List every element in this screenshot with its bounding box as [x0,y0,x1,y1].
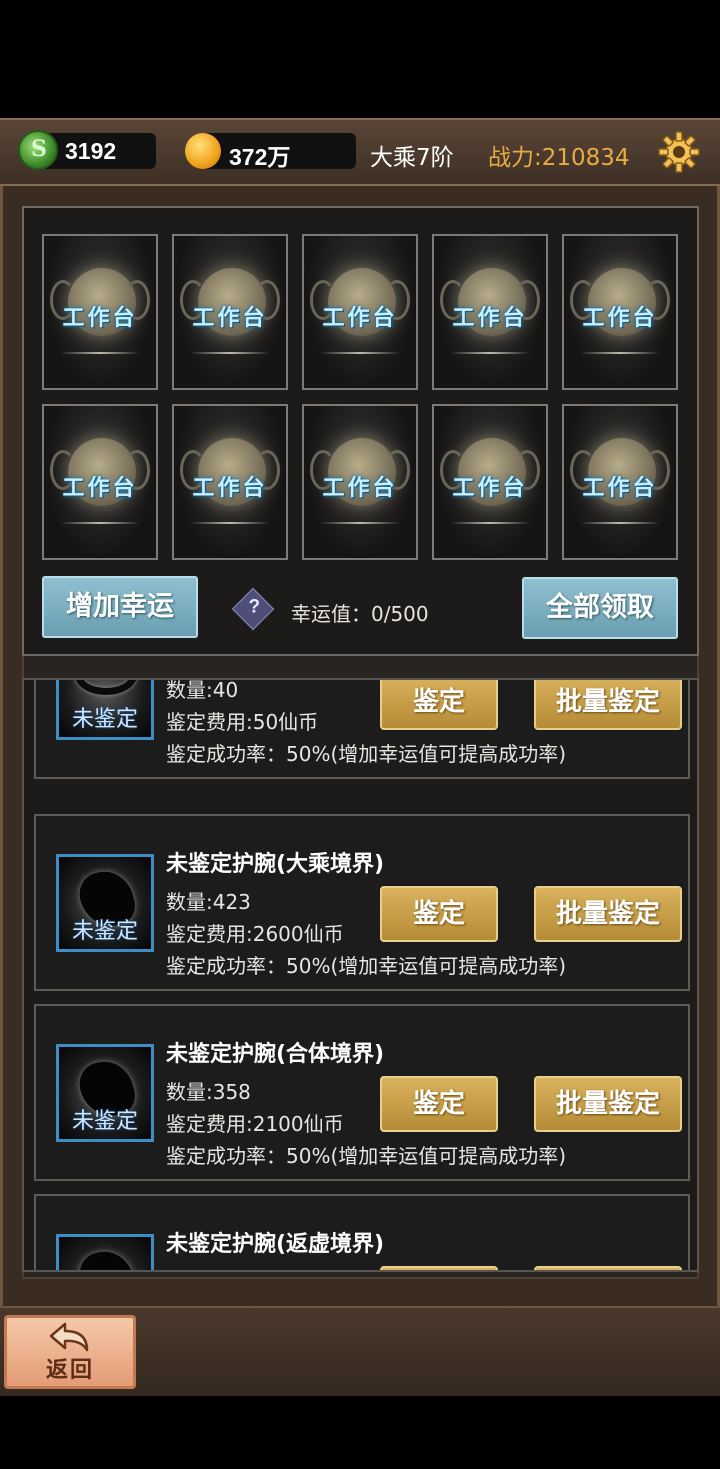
identify-button[interactable]: 鉴定 [380,886,498,942]
divider [320,522,400,524]
workbench-label: 工作台 [192,305,268,331]
divider [580,352,660,354]
divider [450,352,530,354]
item-card: 未鉴定 数量:40 鉴定费用:50仙币鉴定成功率：50%(增加幸运值可提高成功率) 鉴… [34,678,690,779]
workbench-slot[interactable]: 工作台 [42,404,158,560]
item-thumbnail[interactable]: 未鉴定 [56,854,154,952]
workbench-label: 工作台 [322,475,398,501]
item-title: 未鉴定护腕(大乘境界) [166,852,385,877]
unidentified-tag: 未鉴定 [71,919,138,944]
batch-identify-button[interactable]: 批量鉴定 [534,1076,682,1132]
item-title: 未鉴定护腕(返虚境界) [166,1232,385,1257]
bracer-icon [74,1245,140,1270]
batch-identify-button[interactable]: 批量鉴定 [534,886,682,942]
identify-button[interactable] [380,1266,498,1270]
item-fee: 鉴定费用:50仙币 [166,710,319,734]
divider [60,522,140,524]
item-card: 未鉴定未鉴定护腕(返虚境界) [34,1194,690,1270]
back-button[interactable]: 返回 [4,1315,136,1389]
item-title: 未鉴定护腕(合体境界) [166,1042,385,1067]
workbench-label: 工作台 [62,475,138,501]
workbench-label: 工作台 [452,475,528,501]
jade-icon [18,130,58,170]
workbench-label: 工作台 [322,305,398,331]
item-thumbnail[interactable]: 未鉴定 [56,1044,154,1142]
claim-all-button[interactable]: 全部领取 [522,577,678,639]
item-success-rate: 鉴定成功率：50%(增加幸运值可提高成功率) [166,1144,567,1168]
workbench-slot[interactable]: 工作台 [432,404,548,560]
combat-power: 战力:210834 [488,145,630,171]
item-quantity: 数量:40 [166,678,239,702]
item-success-rate: 鉴定成功率：50%(增加幸运值可提高成功率) [166,742,567,766]
divider [580,522,660,524]
gear-icon[interactable] [658,131,700,173]
divider [190,352,270,354]
item-thumbnail[interactable]: 未鉴定 [56,680,154,740]
back-label: 返回 [45,1357,94,1383]
gold-coin-icon [185,133,221,169]
batch-identify-button[interactable]: 批量鉴定 [534,680,682,730]
unidentified-tag: 未鉴定 [71,707,138,732]
workbench-slot[interactable]: 工作台 [432,234,548,390]
item-quantity: 数量:423 [166,890,251,914]
realm-level: 大乘7阶 [370,145,454,171]
gold-value: 372万 [229,144,291,170]
jade-value: 3192 [65,138,117,164]
item-card: 未鉴定 未鉴定护腕(大乘境界) 数量:423 鉴定费用:2600仙币鉴定成功率：50%… [34,814,690,991]
divider [60,352,140,354]
item-thumbnail[interactable]: 未鉴定 [56,1234,154,1270]
workbench-label: 工作台 [62,305,138,331]
luck-value: 幸运值：0/500 [291,602,429,626]
batch-identify-button[interactable] [534,1266,682,1270]
identify-button[interactable]: 鉴定 [380,1076,498,1132]
item-card: 未鉴定 未鉴定护腕(合体境界) 数量:358 鉴定费用:2100仙币鉴定成功率：50%… [34,1004,690,1181]
workbench-slot[interactable]: 工作台 [562,234,678,390]
workbench-label: 工作台 [192,475,268,501]
workbench-slot[interactable]: 工作台 [562,404,678,560]
item-success-rate: 鉴定成功率：50%(增加幸运值可提高成功率) [166,954,567,978]
divider [450,522,530,524]
workbench-label: 工作台 [452,305,528,331]
unidentified-tag: 未鉴定 [71,1109,138,1134]
workbench-slot[interactable]: 工作台 [172,234,288,390]
item-fee: 鉴定费用:2100仙币 [166,1112,344,1136]
item-quantity: 数量:358 [166,1080,251,1104]
workbench-slot[interactable]: 工作台 [302,234,418,390]
item-fee: 鉴定费用:2600仙币 [166,922,344,946]
workbench-area: 工作台 工作台 工作台 工作台 工作台 工作台 工作台 工作台 工作台 工作台 增加幸运 全部领取 [22,206,699,656]
workbench-label: 工作台 [582,305,658,331]
workbench-slot[interactable]: 工作台 [172,404,288,560]
workbench-slot[interactable]: 工作台 [42,234,158,390]
workbench-label: 工作台 [582,475,658,501]
item-list[interactable]: 未鉴定 数量:40 鉴定费用:50仙币鉴定成功率：50%(增加幸运值可提高成功率) 鉴… [22,678,699,1272]
divider [320,352,400,354]
workbench-slot[interactable]: 工作台 [302,404,418,560]
add-luck-button[interactable]: 增加幸运 [42,576,198,638]
identify-button[interactable]: 鉴定 [380,680,498,730]
divider [190,522,270,524]
ring-icon [75,680,137,695]
